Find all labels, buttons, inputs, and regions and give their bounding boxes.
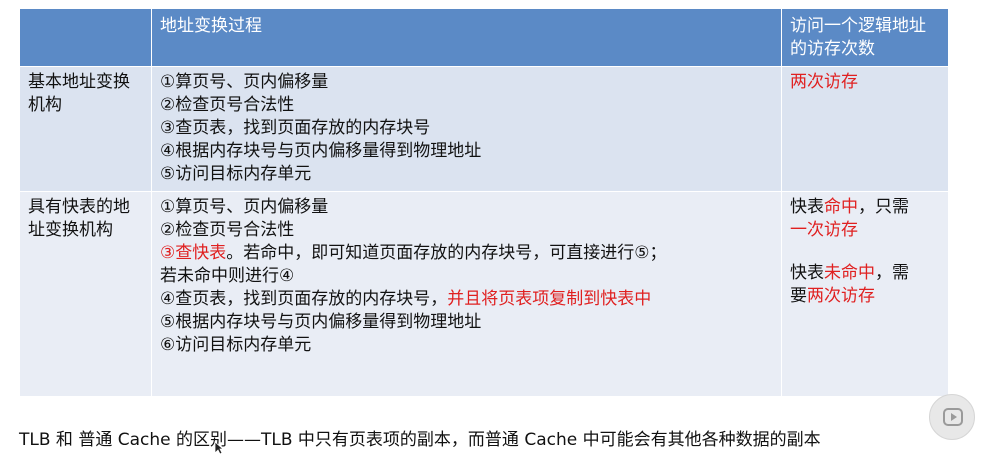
access-highlight: 命中	[824, 197, 858, 217]
step-line: ③查快表。若命中，即可知道页面存放的内存块号，可直接进行⑤；	[160, 242, 773, 265]
step-line: ④查页表，找到页面存放的内存块号，并且将页表项复制到快表中	[160, 288, 773, 311]
step-line: ⑥访问目标内存单元	[160, 335, 312, 355]
access-line: 两次访存	[790, 72, 858, 92]
access-highlight: 两次访存	[807, 286, 875, 306]
header-empty-cell	[19, 8, 152, 67]
step-text: ④查页表，找到页面存放的内存块号，	[160, 289, 448, 309]
step-line: ④根据内存块号与页内偏移量得到物理地址	[160, 141, 482, 161]
process-steps: ①算页号、页内偏移量 ②检查页号合法性 ③查页表，找到页面存放的内存块号 ④根据…	[151, 66, 782, 192]
access-text: 快表	[790, 263, 824, 283]
header-access-count: 访问一个逻辑地址的访存次数	[781, 8, 949, 67]
access-count: 快表命中，只需 一次访存 快表未命中，需 要两次访存	[781, 191, 949, 397]
step-line: ⑤访问目标内存单元	[160, 164, 312, 184]
table-row: 基本地址变换机构 ①算页号、页内偏移量 ②检查页号合法性 ③查页表，找到页面存放…	[19, 66, 949, 192]
step-highlight: 并且将页表项复制到快表中	[447, 289, 652, 309]
step-line: ①算页号、页内偏移量	[160, 197, 329, 217]
access-highlight: 未命中	[824, 263, 875, 283]
mouse-cursor-icon	[214, 441, 224, 455]
slide: 地址变换过程 访问一个逻辑地址的访存次数 基本地址变换机构 ①算页号、页内偏移量…	[0, 0, 985, 459]
step-line: ②检查页号合法性	[160, 95, 295, 115]
header-process: 地址变换过程	[151, 8, 782, 67]
access-line: 一次访存	[790, 220, 858, 240]
step-line: ⑤根据内存块号与页内偏移量得到物理地址	[160, 312, 482, 332]
footer-note: TLB 和 普通 Cache 的区别——TLB 中只有页表项的副本，而普通 Ca…	[19, 430, 821, 450]
access-line: 快表命中，只需	[790, 196, 940, 219]
play-button[interactable]	[929, 394, 975, 440]
access-text: ，需	[875, 263, 909, 283]
access-count: 两次访存	[781, 66, 949, 192]
access-spacer	[790, 242, 940, 262]
step-line: ②检查页号合法性	[160, 220, 295, 240]
mechanism-name: 基本地址变换机构	[19, 66, 152, 192]
step-line: 若未命中则进行④	[160, 266, 295, 286]
step-highlight: ③查快表	[160, 243, 227, 263]
access-text: 快表	[790, 197, 824, 217]
mechanism-name: 具有快表的地址变换机构	[19, 191, 152, 397]
process-steps: ①算页号、页内偏移量 ②检查页号合法性 ③查快表。若命中，即可知道页面存放的内存…	[151, 191, 782, 397]
comparison-table: 地址变换过程 访问一个逻辑地址的访存次数 基本地址变换机构 ①算页号、页内偏移量…	[19, 8, 949, 397]
play-icon	[943, 408, 963, 426]
access-line: 快表未命中，需	[790, 262, 940, 285]
step-text: 。若命中，即可知道页面存放的内存块号，可直接进行⑤；	[226, 243, 667, 263]
step-line: ①算页号、页内偏移量	[160, 72, 329, 92]
table-header-row: 地址变换过程 访问一个逻辑地址的访存次数	[19, 8, 949, 67]
step-line: ③查页表，找到页面存放的内存块号	[160, 118, 431, 138]
access-text: 要	[790, 286, 807, 306]
access-line: 要两次访存	[790, 285, 940, 308]
access-text: ，只需	[858, 197, 909, 217]
table-row: 具有快表的地址变换机构 ①算页号、页内偏移量 ②检查页号合法性 ③查快表。若命中…	[19, 191, 949, 397]
